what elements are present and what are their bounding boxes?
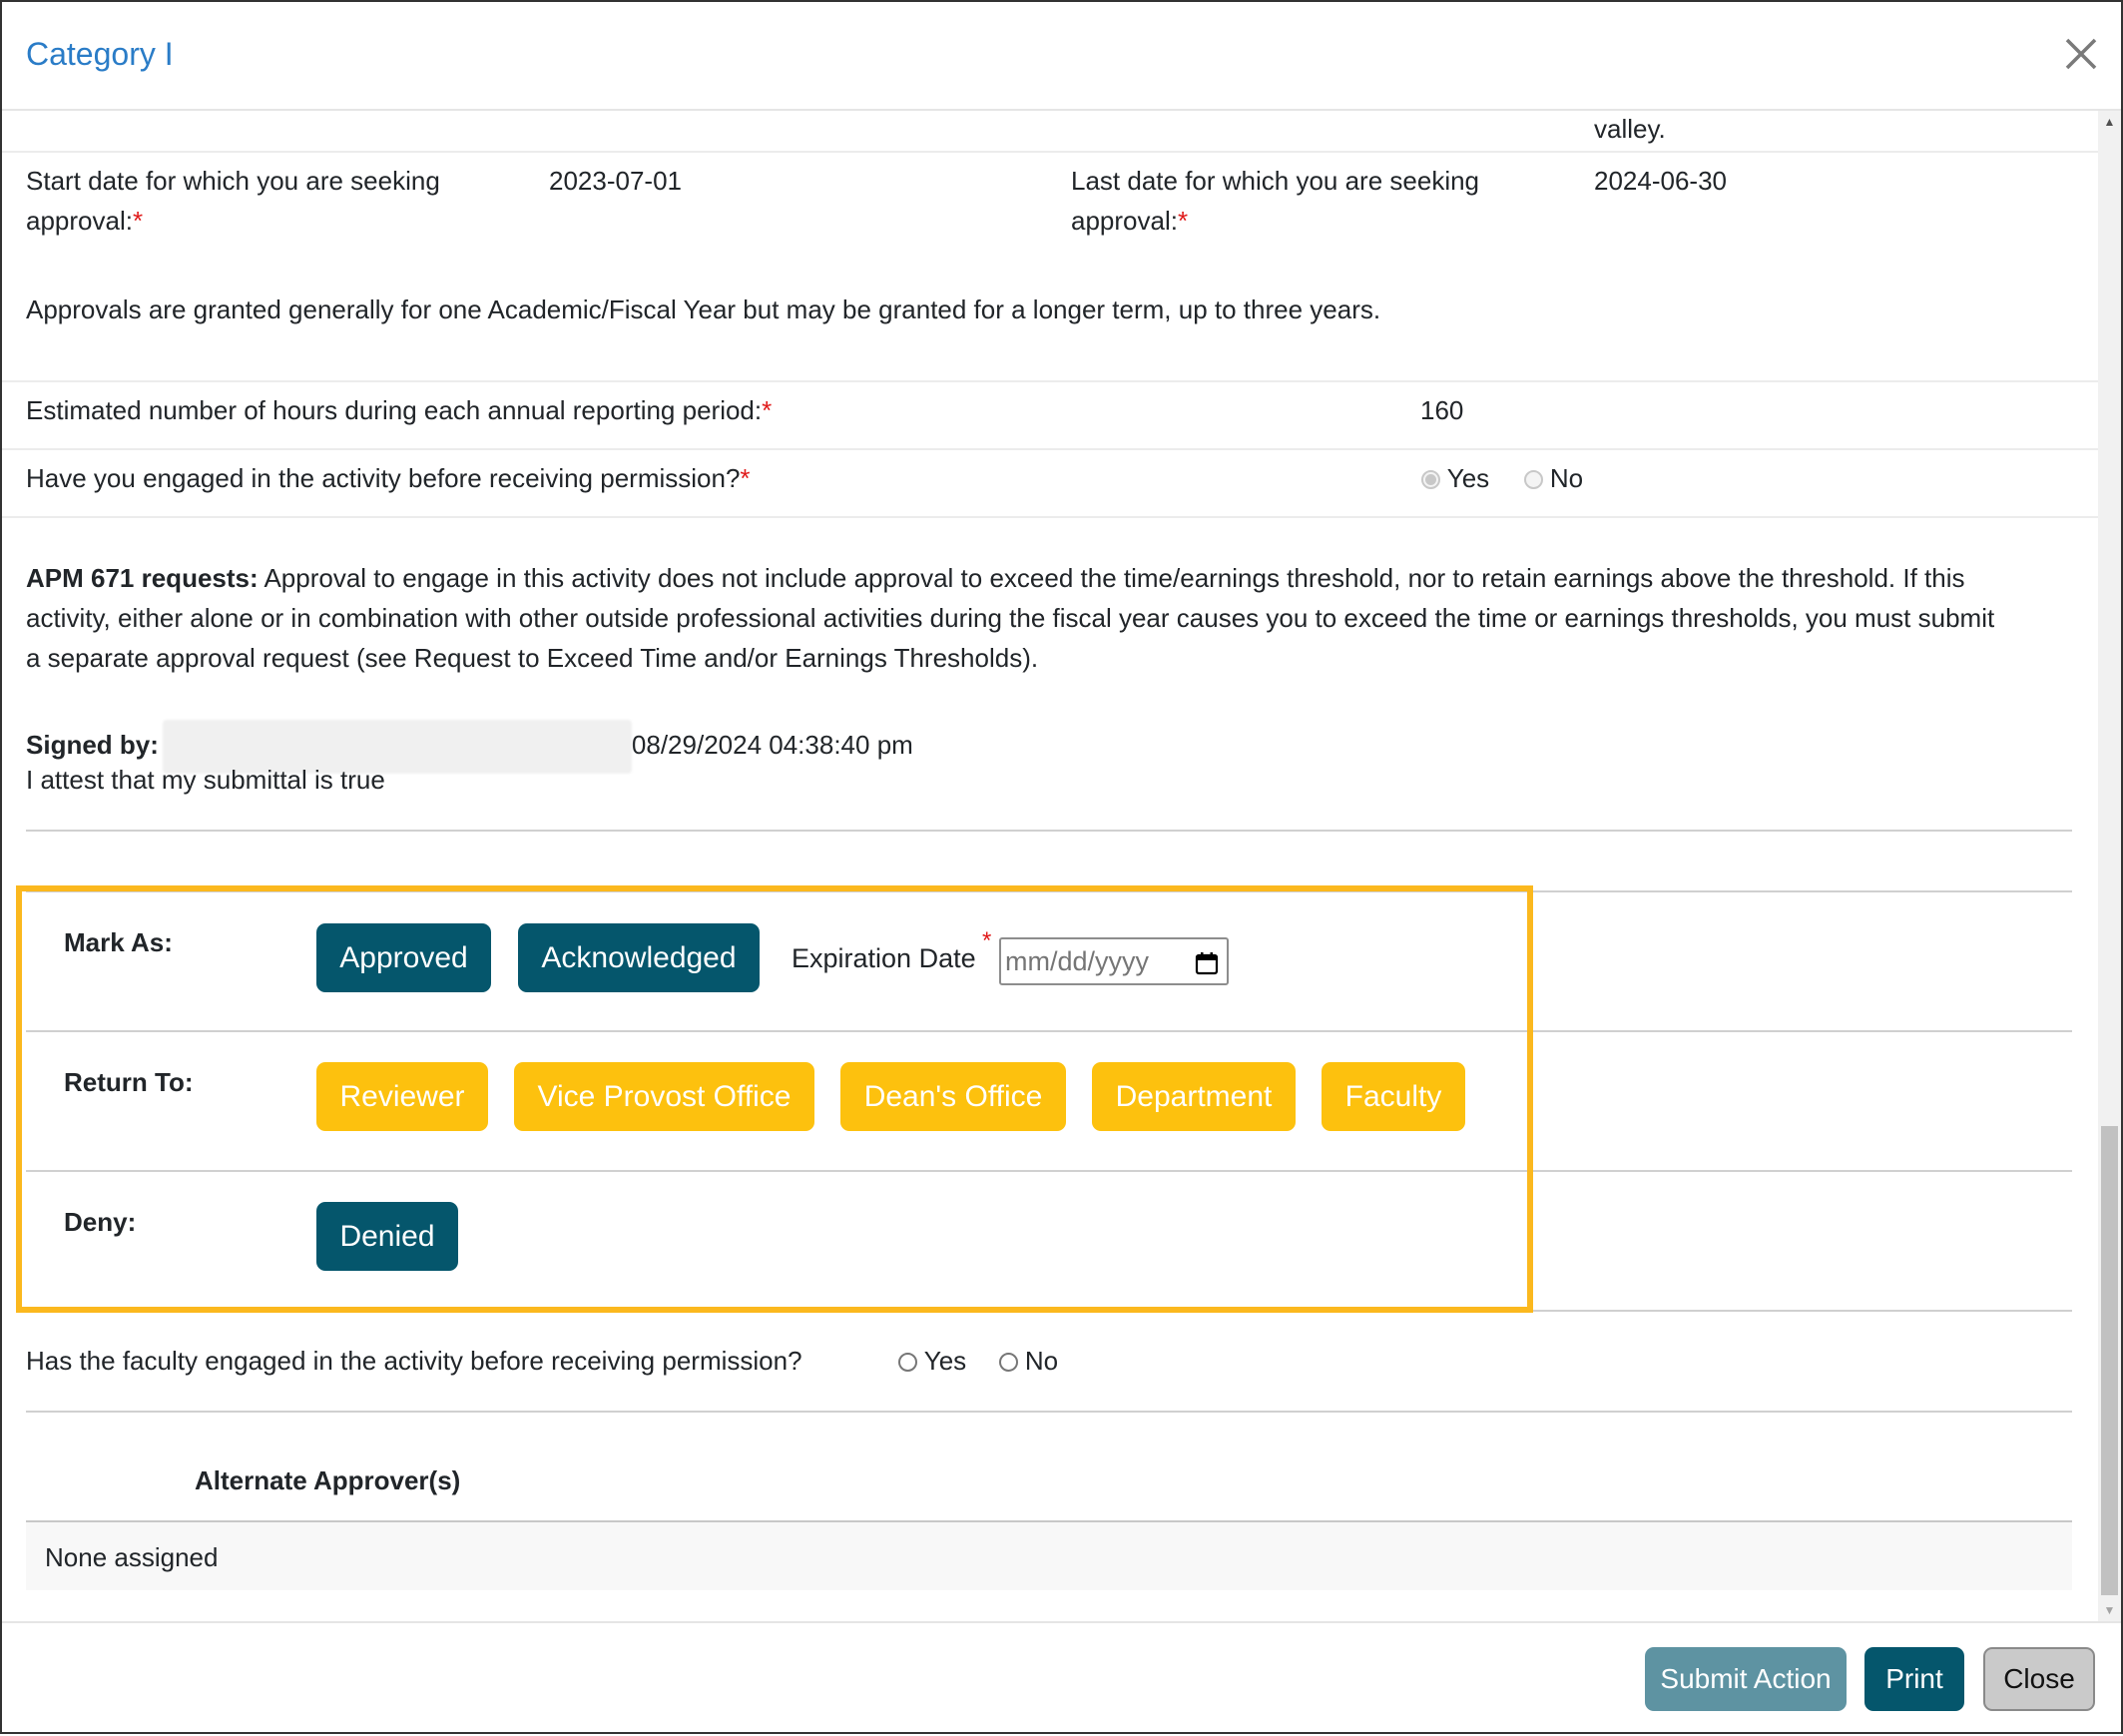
acknowledged-button[interactable]: Acknowledged <box>518 923 760 992</box>
apm-title: APM 671 requests: <box>26 563 259 593</box>
section-divider <box>26 1411 2072 1413</box>
previous-field-value: valley. <box>1594 114 1666 144</box>
engaged-no-label: No <box>1549 463 1584 493</box>
signed-timestamp: 08/29/2024 04:38:40 pm <box>631 729 913 760</box>
modal-header: Category I <box>2 2 2121 111</box>
mark-as-label: Mark As: <box>64 927 173 957</box>
approved-button[interactable]: Approved <box>316 923 491 992</box>
approval-term-note: Approvals are granted generally for one … <box>26 294 1381 324</box>
body-scrollbar[interactable]: ▲ ▼ <box>2098 111 2121 1621</box>
close-icon[interactable] <box>2059 32 2103 76</box>
expiration-date-label: Expiration Date <box>792 943 976 973</box>
start-date-value: 2023-07-01 <box>549 166 682 196</box>
faculty-engaged-no-label[interactable]: No <box>1025 1346 1058 1376</box>
engaged-no-radio <box>1523 470 1543 489</box>
print-button[interactable]: Print <box>1864 1647 1964 1711</box>
alternate-approvers-row: None assigned <box>26 1520 2072 1590</box>
modal-body: valley. Start date for which you are see… <box>2 111 2102 1621</box>
faculty-engaged-no-radio[interactable] <box>998 1353 1018 1372</box>
deny-label: Deny: <box>64 1207 137 1237</box>
engaged-yes-label: Yes <box>1446 463 1490 493</box>
hours-value: 160 <box>1420 395 1464 425</box>
required-mark: * <box>1177 206 1189 236</box>
attest-text: I attest that my submittal is true <box>26 765 385 795</box>
faculty-engaged-yes-radio[interactable] <box>898 1353 917 1372</box>
calendar-icon[interactable] <box>1195 951 1219 975</box>
alternate-approvers-value: None assigned <box>45 1542 219 1572</box>
row-divider <box>2 380 2098 382</box>
required-asterisk: * <box>982 927 992 954</box>
denied-button[interactable]: Denied <box>316 1202 458 1271</box>
faculty-engaged-radio-group: Yes No <box>898 1341 1058 1381</box>
row-divider <box>2 448 2098 450</box>
scroll-thumb[interactable] <box>2101 1126 2118 1595</box>
alternate-approvers-header: Alternate Approver(s) <box>195 1465 461 1495</box>
apm-671-notice: APM 671 requests: Approval to engage in … <box>26 563 1995 673</box>
end-date-value: 2024-06-30 <box>1594 166 1727 196</box>
row-divider <box>2 151 2098 153</box>
modal-footer: Submit Action Print Close <box>2 1621 2121 1736</box>
engaged-before-radio-group: Yes No <box>1421 458 1583 498</box>
section-divider <box>26 830 2072 832</box>
return-reviewer-button[interactable]: Reviewer <box>316 1062 488 1131</box>
faculty-engaged-label: Has the faculty engaged in the activity … <box>26 1346 802 1376</box>
required-mark: * <box>132 206 144 236</box>
end-date-label: Last date for which you are seeking appr… <box>1071 166 1480 236</box>
start-date-label: Start date for which you are seeking app… <box>26 166 440 236</box>
hours-label: Estimated number of hours during each an… <box>26 395 773 425</box>
scroll-up-arrow-icon[interactable]: ▲ <box>2098 111 2121 133</box>
signed-by-label: Signed by: <box>26 729 159 760</box>
submit-action-button[interactable]: Submit Action <box>1645 1647 1847 1711</box>
return-vice-provost-button[interactable]: Vice Provost Office <box>514 1062 814 1131</box>
engaged-yes-radio <box>1421 470 1440 489</box>
faculty-engaged-yes-label[interactable]: Yes <box>924 1346 966 1376</box>
modal-title: Category I <box>26 36 174 72</box>
return-deans-office-button[interactable]: Dean's Office <box>840 1062 1066 1131</box>
scroll-down-arrow-icon[interactable]: ▼ <box>2098 1599 2121 1621</box>
engaged-before-label: Have you engaged in the activity before … <box>26 463 751 493</box>
return-to-label: Return To: <box>64 1067 194 1097</box>
return-faculty-button[interactable]: Faculty <box>1322 1062 1465 1131</box>
return-department-button[interactable]: Department <box>1092 1062 1296 1131</box>
row-divider <box>2 516 2098 518</box>
modal-dialog: Category I valley. Start date for which … <box>0 0 2123 1734</box>
close-button[interactable]: Close <box>1983 1647 2095 1711</box>
